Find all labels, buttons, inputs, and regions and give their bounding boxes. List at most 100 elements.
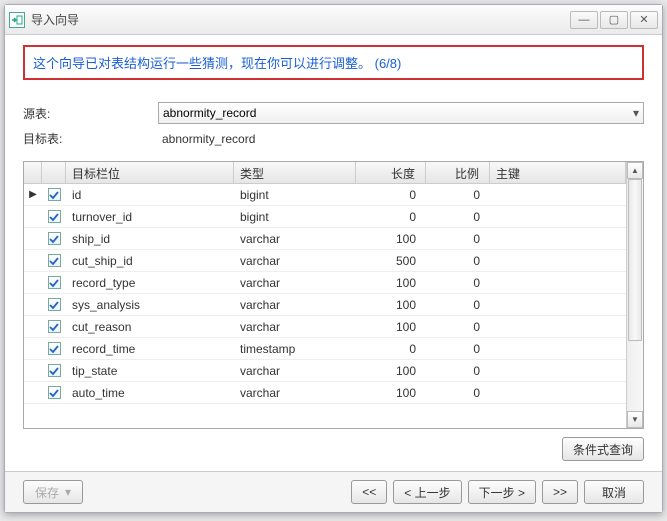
header-ratio[interactable]: 比例 [426, 162, 490, 183]
scroll-thumb[interactable] [628, 179, 642, 341]
header-key[interactable]: 主键 [490, 162, 626, 183]
first-page-button[interactable]: << [351, 480, 387, 504]
table-row[interactable]: sys_analysisvarchar1000 [24, 294, 626, 316]
header-type[interactable]: 类型 [234, 162, 356, 183]
scroll-down-button[interactable]: ▼ [627, 411, 643, 428]
row-checkbox[interactable] [42, 320, 66, 333]
row-ratio[interactable]: 0 [426, 188, 490, 202]
close-button[interactable]: ✕ [630, 11, 658, 29]
table-row[interactable]: tip_statevarchar1000 [24, 360, 626, 382]
row-field[interactable]: turnover_id [66, 210, 234, 224]
row-length[interactable]: 500 [356, 254, 426, 268]
row-ratio[interactable]: 0 [426, 298, 490, 312]
maximize-button[interactable]: ▢ [600, 11, 628, 29]
last-page-button[interactable]: >> [542, 480, 578, 504]
window-controls: — ▢ ✕ [570, 11, 658, 29]
row-ratio[interactable]: 0 [426, 364, 490, 378]
row-type[interactable]: varchar [234, 320, 356, 334]
mid-actions: 条件式查询 [23, 429, 644, 465]
chevron-down-icon: ▾ [633, 106, 639, 120]
row-length[interactable]: 100 [356, 232, 426, 246]
source-select[interactable]: abnormity_record ▾ [158, 102, 644, 124]
table-row[interactable]: cut_ship_idvarchar5000 [24, 250, 626, 272]
checkbox-icon [48, 188, 61, 201]
header-field[interactable]: 目标栏位 [66, 162, 234, 183]
prev-button[interactable]: < 上一步 [393, 480, 461, 504]
row-ratio[interactable]: 0 [426, 386, 490, 400]
row-type[interactable]: varchar [234, 386, 356, 400]
table-row[interactable]: record_typevarchar1000 [24, 272, 626, 294]
row-checkbox[interactable] [42, 276, 66, 289]
row-type[interactable]: varchar [234, 298, 356, 312]
row-checkbox[interactable] [42, 188, 66, 201]
row-type[interactable]: varchar [234, 254, 356, 268]
row-ratio[interactable]: 0 [426, 320, 490, 334]
row-type[interactable]: timestamp [234, 342, 356, 356]
row-field[interactable]: id [66, 188, 234, 202]
row-type[interactable]: bigint [234, 188, 356, 202]
row-checkbox[interactable] [42, 232, 66, 245]
save-button[interactable]: 保存 ▾ [23, 480, 83, 504]
row-length[interactable]: 100 [356, 320, 426, 334]
row-length[interactable]: 100 [356, 386, 426, 400]
row-checkbox[interactable] [42, 254, 66, 267]
import-wizard-window: 导入向导 — ▢ ✕ 这个向导已对表结构运行一些猜测，现在你可以进行调整。 (6… [4, 4, 663, 513]
row-checkbox[interactable] [42, 386, 66, 399]
row-ratio[interactable]: 0 [426, 210, 490, 224]
row-field[interactable]: record_type [66, 276, 234, 290]
row-field[interactable]: ship_id [66, 232, 234, 246]
row-ratio[interactable]: 0 [426, 232, 490, 246]
row-field[interactable]: sys_analysis [66, 298, 234, 312]
row-length[interactable]: 0 [356, 342, 426, 356]
columns-grid: 目标栏位 类型 长度 比例 主键 ▶idbigint00turnover_idb… [23, 161, 644, 429]
table-row[interactable]: auto_timevarchar1000 [24, 382, 626, 404]
table-row[interactable]: ▶idbigint00 [24, 184, 626, 206]
row-field[interactable]: auto_time [66, 386, 234, 400]
checkbox-icon [48, 320, 61, 333]
footer: 保存 ▾ << < 上一步 下一步 > >> 取消 [5, 471, 662, 512]
checkbox-icon [48, 254, 61, 267]
row-field[interactable]: cut_ship_id [66, 254, 234, 268]
table-row[interactable]: cut_reasonvarchar1000 [24, 316, 626, 338]
row-field[interactable]: cut_reason [66, 320, 234, 334]
row-checkbox[interactable] [42, 364, 66, 377]
row-length[interactable]: 0 [356, 188, 426, 202]
header-length[interactable]: 长度 [356, 162, 426, 183]
checkbox-icon [48, 232, 61, 245]
table-row[interactable]: turnover_idbigint00 [24, 206, 626, 228]
checkbox-icon [48, 210, 61, 223]
header-marker [24, 162, 42, 183]
row-type[interactable]: varchar [234, 276, 356, 290]
source-label: 源表: [23, 105, 158, 122]
row-type[interactable]: bigint [234, 210, 356, 224]
checkbox-icon [48, 364, 61, 377]
row-ratio[interactable]: 0 [426, 276, 490, 290]
content-area: 这个向导已对表结构运行一些猜测，现在你可以进行调整。 (6/8) 源表: abn… [5, 35, 662, 471]
row-length[interactable]: 100 [356, 276, 426, 290]
save-button-label: 保存 [35, 484, 59, 501]
titlebar[interactable]: 导入向导 — ▢ ✕ [5, 5, 662, 35]
row-ratio[interactable]: 0 [426, 254, 490, 268]
vertical-scrollbar[interactable]: ▲ ▼ [626, 162, 643, 428]
scroll-track[interactable] [627, 179, 643, 411]
info-message: 这个向导已对表结构运行一些猜测，现在你可以进行调整。 (6/8) [33, 53, 634, 72]
row-ratio[interactable]: 0 [426, 342, 490, 356]
cancel-button[interactable]: 取消 [584, 480, 644, 504]
row-field[interactable]: tip_state [66, 364, 234, 378]
row-field[interactable]: record_time [66, 342, 234, 356]
table-row[interactable]: record_timetimestamp00 [24, 338, 626, 360]
row-checkbox[interactable] [42, 342, 66, 355]
row-length[interactable]: 100 [356, 298, 426, 312]
minimize-button[interactable]: — [570, 11, 598, 29]
row-type[interactable]: varchar [234, 364, 356, 378]
condition-query-button[interactable]: 条件式查询 [562, 437, 644, 461]
row-checkbox[interactable] [42, 210, 66, 223]
row-type[interactable]: varchar [234, 232, 356, 246]
table-row[interactable]: ship_idvarchar1000 [24, 228, 626, 250]
row-checkbox[interactable] [42, 298, 66, 311]
target-value: abnormity_record [158, 132, 644, 146]
next-button[interactable]: 下一步 > [468, 480, 536, 504]
scroll-up-button[interactable]: ▲ [627, 162, 643, 179]
row-length[interactable]: 100 [356, 364, 426, 378]
row-length[interactable]: 0 [356, 210, 426, 224]
